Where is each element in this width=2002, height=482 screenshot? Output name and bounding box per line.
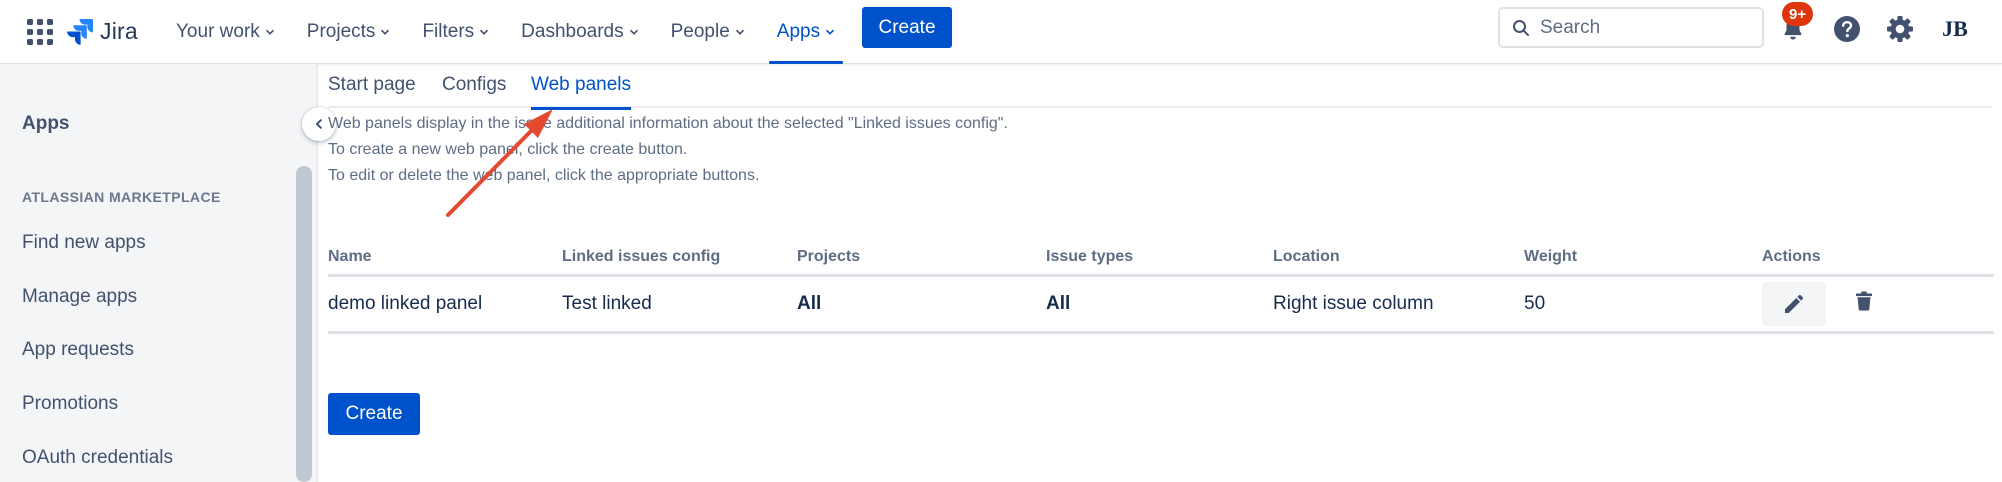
avatar-icon: JB <box>1940 13 1970 43</box>
column-header-linked-issues-config: Linked issues config <box>562 248 721 265</box>
nav-label: People <box>670 21 730 42</box>
help-icon <box>1834 16 1860 42</box>
jira-logo[interactable]: Jira <box>66 14 138 48</box>
settings-icon <box>1887 16 1913 42</box>
tab-web-panels[interactable]: Web panels <box>531 74 631 110</box>
create-button-top[interactable]: Create <box>862 7 952 48</box>
sidebar-item-manage-apps[interactable]: Manage apps <box>22 286 137 308</box>
search-input[interactable] <box>1540 16 1740 39</box>
chevron-down-icon <box>629 29 638 35</box>
tab-configs[interactable]: Configs <box>442 74 506 108</box>
chevron-down-icon <box>826 29 835 35</box>
nav-projects[interactable]: Projects <box>291 0 407 64</box>
settings-button[interactable] <box>1883 12 1917 46</box>
profile-avatar[interactable]: JB <box>1938 11 1972 45</box>
nav-apps[interactable]: Apps <box>761 0 851 64</box>
nav-filters[interactable]: Filters <box>406 0 505 64</box>
chevron-down-icon <box>381 29 390 35</box>
cell-projects: All <box>797 293 822 314</box>
chevron-down-icon <box>265 29 274 35</box>
cell-linked-issues-config: Test linked <box>562 293 652 314</box>
top-navigation: Jira Your work Projects Filters Dashboar… <box>0 0 2002 64</box>
chevron-left-icon <box>316 119 322 129</box>
nav-label: Your work <box>176 21 260 42</box>
nav-label: Dashboards <box>521 21 624 42</box>
sidebar-item-app-requests[interactable]: App requests <box>22 339 134 361</box>
help-button[interactable] <box>1830 12 1864 46</box>
search-box[interactable] <box>1498 7 1764 48</box>
nav-your-work[interactable]: Your work <box>160 0 291 64</box>
table-header-divider <box>328 274 1994 277</box>
search-icon <box>1513 19 1529 36</box>
notification-badge: 9+ <box>1782 2 1814 26</box>
jira-logo-icon <box>67 19 93 45</box>
column-header-weight: Weight <box>1524 248 1578 265</box>
cell-location: Right issue column <box>1273 293 1434 314</box>
logo-text: Jira <box>100 17 138 44</box>
description-line: Web panels display in the issue addition… <box>328 115 1008 132</box>
cell-name: demo linked panel <box>328 293 483 314</box>
pencil-icon <box>1785 294 1804 313</box>
chevron-down-icon <box>735 29 744 35</box>
nav-label: Projects <box>306 21 376 42</box>
sidebar-item-oauth-credentials[interactable]: OAuth credentials <box>22 447 173 469</box>
cell-weight: 50 <box>1524 293 1546 314</box>
tab-start-page[interactable]: Start page <box>328 74 416 108</box>
edit-button[interactable] <box>1762 282 1826 326</box>
sidebar-title: Apps <box>22 113 70 134</box>
sidebar-item-promotions[interactable]: Promotions <box>22 393 118 415</box>
chevron-down-icon <box>480 29 489 35</box>
app-switcher-icon[interactable] <box>24 16 53 45</box>
sidebar-scrollbar[interactable] <box>296 166 312 482</box>
delete-button[interactable] <box>1850 286 1878 316</box>
column-header-issue-types: Issue types <box>1046 248 1134 265</box>
nav-label: Apps <box>776 21 821 42</box>
primary-nav: Your work Projects Filters Dashboards Pe… <box>160 0 851 64</box>
trash-icon <box>1856 291 1872 311</box>
description-line: To create a new web panel, click the cre… <box>328 141 688 158</box>
create-web-panel-button[interactable]: Create <box>328 393 420 435</box>
nav-people[interactable]: People <box>655 0 761 64</box>
cell-issue-types: All <box>1046 293 1071 314</box>
table-row-divider <box>328 331 1994 334</box>
svg-text:JB: JB <box>1942 16 1968 41</box>
sidebar-item-find-new-apps[interactable]: Find new apps <box>22 232 146 254</box>
description-line: To edit or delete the web panel, click t… <box>328 167 760 184</box>
column-header-actions: Actions <box>1762 248 1821 265</box>
column-header-location: Location <box>1273 248 1340 265</box>
nav-dashboards[interactable]: Dashboards <box>505 0 654 64</box>
column-header-projects: Projects <box>797 248 861 265</box>
nav-label: Filters <box>422 21 475 42</box>
column-header-name: Name <box>328 248 372 265</box>
sidebar-section-heading: ATLASSIAN MARKETPLACE <box>22 189 221 205</box>
